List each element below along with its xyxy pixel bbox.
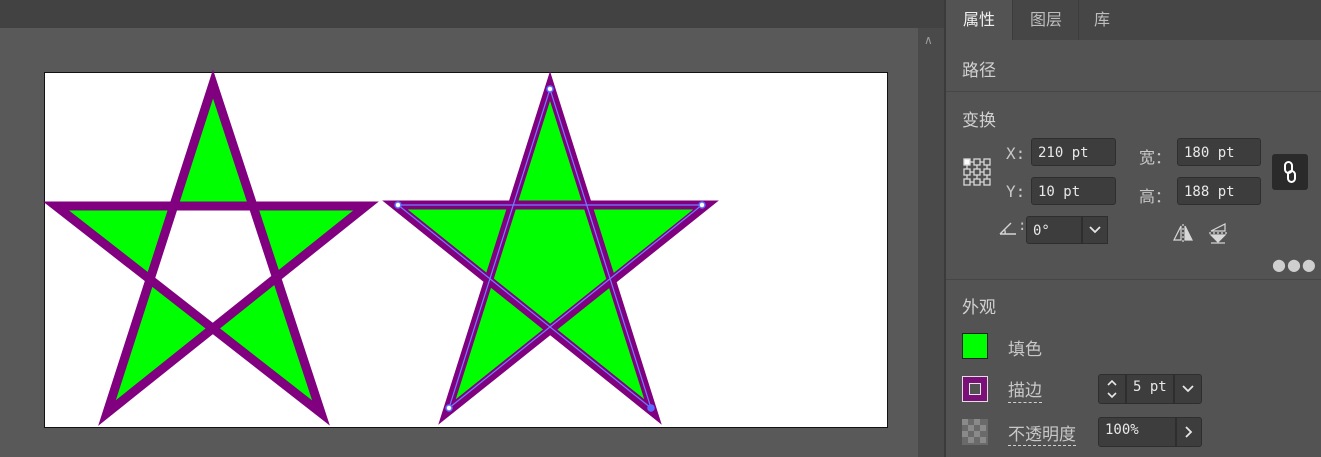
divider — [946, 279, 1321, 280]
rotate-input[interactable]: 0° — [1026, 216, 1082, 244]
height-label: 高： — [1139, 187, 1172, 206]
transform-title: 变换 — [962, 111, 996, 131]
divider — [946, 91, 1321, 92]
x-label: X: — [1006, 144, 1026, 163]
opacity-input[interactable]: 100% — [1098, 417, 1176, 447]
chevron-right-icon — [1185, 426, 1193, 438]
width-input[interactable]: 180 pt — [1177, 138, 1261, 166]
opacity-checker-icon[interactable] — [962, 419, 988, 445]
canvas-shapes — [42, 69, 719, 426]
chevron-down-icon — [1182, 385, 1194, 393]
tab-properties[interactable]: 属性 — [946, 0, 1012, 40]
tab-libraries[interactable]: 库 — [1078, 0, 1125, 40]
stroke-weight-dropdown[interactable] — [1174, 374, 1202, 404]
appearance-title: 外观 — [962, 298, 996, 318]
x-input[interactable]: 210 pt — [1031, 138, 1116, 166]
y-label: Y: — [1006, 182, 1026, 201]
object-type-label: 路径 — [962, 61, 996, 81]
link-icon — [1284, 161, 1296, 183]
tab-layers[interactable]: 图层 — [1012, 0, 1079, 40]
properties-panel: 属性 图层 库 路径 变换 X: 210 pt Y: 10 pt 宽： 180 … — [946, 0, 1321, 457]
flip-vertical-icon[interactable] — [1208, 222, 1228, 244]
width-label: 宽： — [1139, 148, 1172, 167]
more-options-icon[interactable]: ●●● — [1272, 255, 1317, 274]
star-right[interactable] — [382, 71, 719, 425]
chevron-down-icon — [1089, 226, 1101, 234]
stroke-weight-input[interactable]: 5 pt — [1126, 374, 1174, 404]
opacity-label[interactable]: 不透明度 — [1008, 420, 1076, 446]
height-input[interactable]: 188 pt — [1177, 177, 1261, 205]
stroke-weight-stepper[interactable] — [1098, 374, 1126, 404]
stroke-color-swatch[interactable] — [962, 376, 988, 402]
stroke-label[interactable]: 描边 — [1008, 376, 1042, 403]
opacity-expand-button[interactable] — [1176, 417, 1202, 447]
constrain-proportions-button[interactable] — [1272, 154, 1308, 190]
panel-tabs: 属性 图层 库 — [946, 0, 1321, 40]
flip-horizontal-icon[interactable] — [1172, 223, 1194, 243]
y-input[interactable]: 10 pt — [1031, 177, 1116, 205]
star-left[interactable] — [42, 69, 379, 426]
fill-label: 填色 — [1008, 340, 1042, 360]
rotate-dropdown-button[interactable] — [1082, 216, 1108, 244]
rotate-angle-icon — [999, 222, 1016, 235]
fill-color-swatch[interactable] — [962, 333, 988, 359]
stepper-up-down-icon — [1107, 379, 1117, 399]
reference-point-grid-icon[interactable] — [962, 157, 992, 187]
